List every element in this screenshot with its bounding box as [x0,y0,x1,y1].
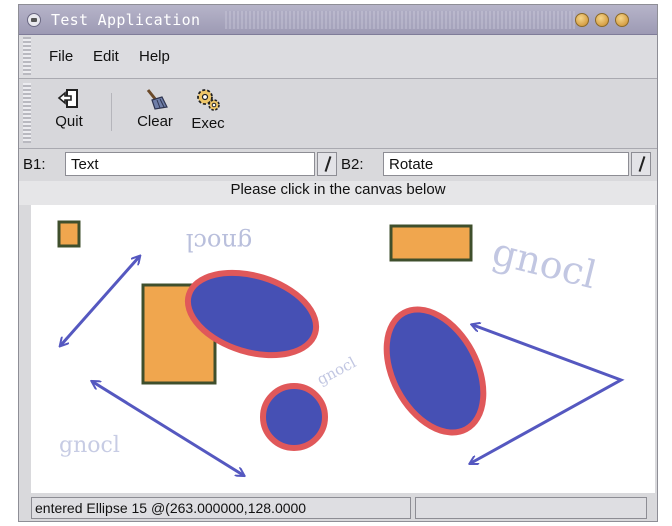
canvas-text-upside-down[interactable]: gnocl [186,228,252,256]
canvas-text-bottom[interactable]: gnocl [59,433,120,458]
toolbar-handle[interactable] [23,83,31,143]
title-bar[interactable]: Test Application [19,5,657,35]
canvas-text-small[interactable]: gnocl [314,353,359,388]
b1-dropdown-icon[interactable] [317,152,337,176]
canvas-arrow-3[interactable] [471,325,625,463]
menu-file[interactable]: File [49,48,73,65]
b2-label: B2: [341,156,364,173]
b1-value: Text [71,156,99,173]
gears-icon [197,89,220,111]
status-secondary-cell [415,497,647,519]
quit-button[interactable]: Quit [47,87,91,130]
quit-icon [57,89,78,108]
window-menu-icon[interactable] [27,13,41,27]
clear-label: Clear [137,113,173,130]
app-window: Test Application File Edit Help Quit Cle… [18,4,658,522]
menu-bar: File Edit Help [19,35,657,79]
canvas-rect-wide[interactable] [389,224,473,262]
exec-button[interactable]: Exec [183,87,233,132]
canvas-svg[interactable]: gnocl gnocl gnocl gnocl [31,205,655,493]
window-title: Test Application [51,11,201,29]
clear-button[interactable]: Clear [129,87,181,130]
canvas-arrow-1[interactable] [61,257,139,345]
canvas-prompt: Please click in the canvas below [19,181,657,205]
maximize-icon[interactable] [595,13,609,27]
title-grip [225,11,575,29]
broom-icon [146,89,168,110]
canvas-text-large[interactable]: gnocl [488,229,601,297]
b2-dropdown-icon[interactable] [631,152,651,176]
b2-value: Rotate [389,156,434,173]
toolbar-separator [111,93,112,131]
quit-label: Quit [55,113,83,130]
canvas-arrow-2[interactable] [93,382,243,475]
status-message: entered Ellipse 15 @(263.000000,128.0000 [35,500,307,516]
selector-row: B1: Text B2: Rotate [19,149,657,179]
b1-label: B1: [23,156,46,173]
minimize-icon[interactable] [575,13,589,27]
canvas-rect-small[interactable] [57,220,81,248]
canvas-circle[interactable] [260,383,328,451]
menu-help[interactable]: Help [139,48,170,65]
b2-entry[interactable]: Rotate [383,152,629,176]
status-message-cell: entered Ellipse 15 @(263.000000,128.0000 [31,497,411,519]
status-bar: entered Ellipse 15 @(263.000000,128.0000 [19,495,657,521]
close-icon[interactable] [615,13,629,27]
menu-edit[interactable]: Edit [93,48,119,65]
exec-label: Exec [191,115,225,132]
drawing-canvas[interactable]: gnocl gnocl gnocl gnocl [31,205,655,493]
tool-bar: Quit Clear Exec [19,79,657,149]
b1-entry[interactable]: Text [65,152,315,176]
menubar-handle[interactable] [23,37,31,75]
canvas-ellipse-tilted[interactable] [367,293,503,449]
